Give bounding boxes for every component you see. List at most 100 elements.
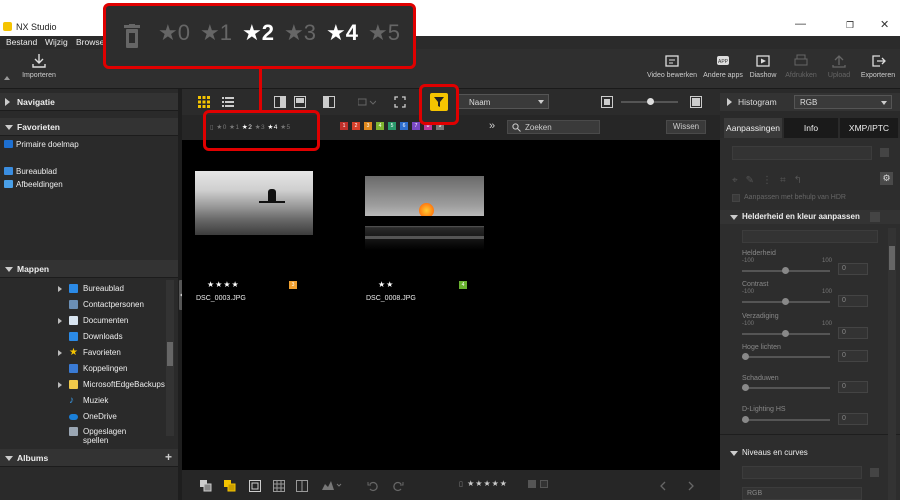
brightness-color-section-header[interactable]: Helderheid en kleur aanpassen: [720, 210, 900, 224]
export-button[interactable]: Exporteren: [852, 53, 900, 79]
grid-view-icon[interactable]: [198, 96, 210, 108]
compare-view-icon[interactable]: [274, 96, 286, 108]
frame-icon[interactable]: [249, 480, 261, 492]
callout-filter-rating-3[interactable]: ★3: [284, 20, 316, 46]
thumbnail-rating-1[interactable]: ★★★★: [207, 280, 240, 289]
menu-bestand[interactable]: Bestand: [6, 37, 37, 47]
saturation-value-field[interactable]: 0: [838, 327, 868, 339]
tab-info[interactable]: Info: [784, 118, 838, 138]
tab-adjustments[interactable]: Aanpassingen: [724, 118, 782, 138]
label-filter-5[interactable]: 5: [388, 122, 396, 130]
label-filter-1[interactable]: 1: [340, 122, 348, 130]
callout-filter-rating-1[interactable]: ★1: [200, 20, 232, 46]
stack-active-icon[interactable]: [224, 480, 236, 492]
slider-thumb[interactable]: [647, 98, 654, 105]
collapse-toolbar-icon[interactable]: [4, 76, 10, 80]
d-lighting-slider-thumb[interactable]: [742, 416, 749, 423]
import-button[interactable]: Importeren: [13, 53, 65, 79]
picture-control-select[interactable]: [732, 146, 872, 160]
fav-item-pictures[interactable]: Afbeeldingen: [4, 180, 63, 189]
list-view-icon[interactable]: [222, 96, 234, 108]
tab-xmp-iptc[interactable]: XMP/IPTC: [840, 118, 898, 138]
saturation-slider-thumb[interactable]: [782, 330, 789, 337]
levels-curves-section-header[interactable]: Niveaus en curves: [720, 446, 900, 460]
navigation-section-header[interactable]: Navigatie: [0, 93, 178, 111]
levels-preset-select[interactable]: [742, 466, 862, 479]
shadows-slider-thumb[interactable]: [742, 384, 749, 391]
filter-button[interactable]: [430, 93, 448, 111]
trash-icon[interactable]: [124, 24, 140, 50]
fav-item-primary-folder[interactable]: Primaire doelmap: [4, 140, 79, 149]
sort-select[interactable]: Naam: [456, 94, 549, 109]
thumbnail-label-2[interactable]: 4: [459, 281, 467, 289]
label-filter-2[interactable]: 2: [352, 122, 360, 130]
callout-filter-rating-2[interactable]: ★2: [242, 20, 274, 46]
fit-to-screen-icon[interactable]: [394, 96, 406, 108]
gear-icon[interactable]: ⚙: [880, 172, 893, 185]
rotate-left-icon[interactable]: [367, 480, 379, 492]
add-album-icon[interactable]: +: [165, 450, 172, 464]
label-filter-7[interactable]: 7: [412, 122, 420, 130]
trash-icon[interactable]: ▯: [459, 481, 464, 488]
clear-filter-button[interactable]: Wissen: [666, 120, 706, 134]
rotate-right-icon[interactable]: [392, 480, 404, 492]
video-edit-button[interactable]: Video bewerken: [646, 53, 698, 79]
highlights-slider[interactable]: [742, 356, 830, 358]
rgb-channel-select[interactable]: RGB: [742, 487, 862, 500]
scrollbar-thumb[interactable]: [889, 246, 895, 270]
split-view-icon[interactable]: [323, 96, 335, 108]
close-icon[interactable]: ✕: [880, 18, 889, 31]
scrollbar-thumb[interactable]: [167, 342, 173, 366]
compare-icon[interactable]: [296, 480, 308, 492]
picture-control-checkbox[interactable]: [880, 148, 889, 157]
label-swatch-empty[interactable]: [540, 480, 548, 488]
filmstrip-view-icon[interactable]: [294, 96, 306, 108]
albums-section-header[interactable]: Albums +: [0, 449, 178, 467]
thumbnail-large-icon[interactable]: [690, 96, 702, 108]
brightness-value-field[interactable]: 0: [838, 263, 868, 275]
section-checkbox[interactable]: [870, 212, 880, 222]
d-lighting-value-field[interactable]: 0: [838, 413, 868, 425]
next-image-icon[interactable]: [687, 481, 695, 491]
highlights-slider-thumb[interactable]: [742, 353, 749, 360]
right-panel-scrollbar[interactable]: [888, 228, 896, 500]
previous-image-icon[interactable]: [659, 481, 667, 491]
callout-filter-rating-5[interactable]: ★5: [368, 20, 400, 46]
fav-item-desktop[interactable]: Bureaublad: [4, 167, 57, 176]
highlights-value-field[interactable]: 0: [838, 350, 868, 362]
contrast-slider-thumb[interactable]: [782, 298, 789, 305]
favorites-section-header[interactable]: Favorieten: [0, 118, 178, 136]
folders-section-header[interactable]: Mappen: [0, 260, 178, 278]
stack-icon[interactable]: [200, 480, 212, 492]
brightness-slider-thumb[interactable]: [782, 267, 789, 274]
histogram-overlay-icon[interactable]: [322, 479, 342, 491]
label-filter-3[interactable]: 3: [364, 122, 372, 130]
hdr-checkbox[interactable]: [732, 194, 740, 202]
label-filter-6[interactable]: 6: [400, 122, 408, 130]
callout-filter-rating-4[interactable]: ★4: [326, 20, 358, 46]
thumbnail-image-2[interactable]: [365, 176, 484, 250]
histogram-header[interactable]: Histogram RGB: [720, 93, 900, 111]
grid-overlay-icon[interactable]: [273, 480, 285, 492]
label-filter-4[interactable]: 4: [376, 122, 384, 130]
levels-checkbox[interactable]: [870, 468, 879, 477]
display-options-icon[interactable]: [358, 96, 376, 108]
shadows-value-field[interactable]: 0: [838, 381, 868, 393]
more-filters-button[interactable]: »: [489, 120, 495, 132]
histogram-mode-select[interactable]: RGB: [794, 95, 892, 109]
minimize-icon[interactable]: —: [795, 18, 806, 30]
thumbnail-label-1[interactable]: 3: [289, 281, 297, 289]
label-swatch[interactable]: [528, 480, 536, 488]
brightness-preset-select[interactable]: [742, 230, 878, 243]
contrast-value-field[interactable]: 0: [838, 295, 868, 307]
maximize-icon[interactable]: ❐: [846, 20, 854, 31]
thumbnail-image-1[interactable]: [195, 171, 313, 235]
shadows-slider[interactable]: [742, 387, 830, 389]
callout-filter-rating-0[interactable]: ★0: [158, 20, 190, 46]
folders-scrollbar[interactable]: [166, 280, 174, 436]
thumbnail-rating-2[interactable]: ★★: [378, 280, 394, 289]
menu-wijzig[interactable]: Wijzig: [45, 37, 68, 47]
d-lighting-slider[interactable]: [742, 419, 830, 421]
thumbnail-small-icon[interactable]: [601, 96, 613, 108]
edit-tool-icons[interactable]: ⌖✎⋮⌗↰: [732, 175, 810, 186]
